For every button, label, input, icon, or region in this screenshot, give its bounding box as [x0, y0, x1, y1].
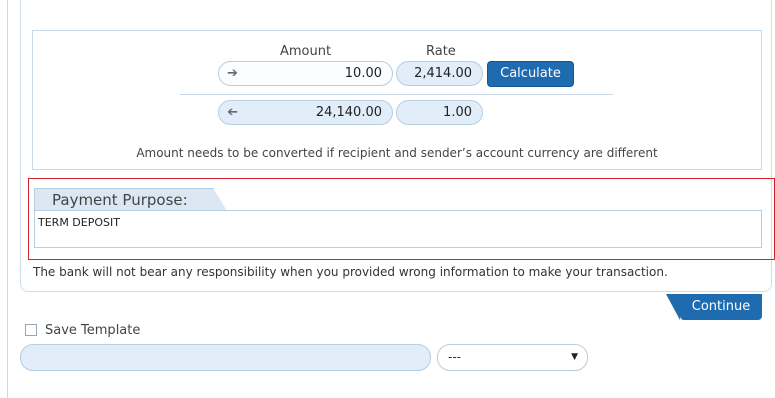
calculate-button[interactable]: Calculate: [487, 61, 574, 87]
conversion-note: Amount needs to be converted if recipien…: [136, 146, 658, 160]
arrow-left-icon: ➔: [227, 105, 238, 120]
template-name-input[interactable]: [20, 344, 431, 371]
continue-button[interactable]: Continue: [666, 294, 762, 320]
disclaimer-text: The bank will not bear any responsibilit…: [33, 265, 668, 279]
receive-amount-input[interactable]: ➔ 24,140.00: [218, 100, 393, 125]
converter-divider: [180, 94, 613, 95]
arrow-right-icon: ➔: [227, 66, 238, 81]
template-select-value: ---: [448, 350, 461, 364]
template-select[interactable]: --- ▼: [437, 344, 588, 371]
payment-purpose-input[interactable]: TERM DEPOSIT: [34, 210, 762, 248]
receive-rate-input[interactable]: 1.00: [396, 100, 483, 125]
send-rate-input[interactable]: 2,414.00: [396, 61, 483, 86]
send-amount-input[interactable]: ➔ 10.00: [218, 61, 393, 86]
rate-column-label: Rate: [426, 44, 456, 59]
left-border: [7, 0, 8, 398]
amount-column-label: Amount: [280, 44, 332, 59]
save-template-label: Save Template: [45, 323, 141, 338]
payment-purpose-label: Payment Purpose:: [34, 188, 227, 211]
chevron-down-icon: ▼: [571, 352, 578, 362]
save-template-checkbox[interactable]: [25, 324, 37, 336]
